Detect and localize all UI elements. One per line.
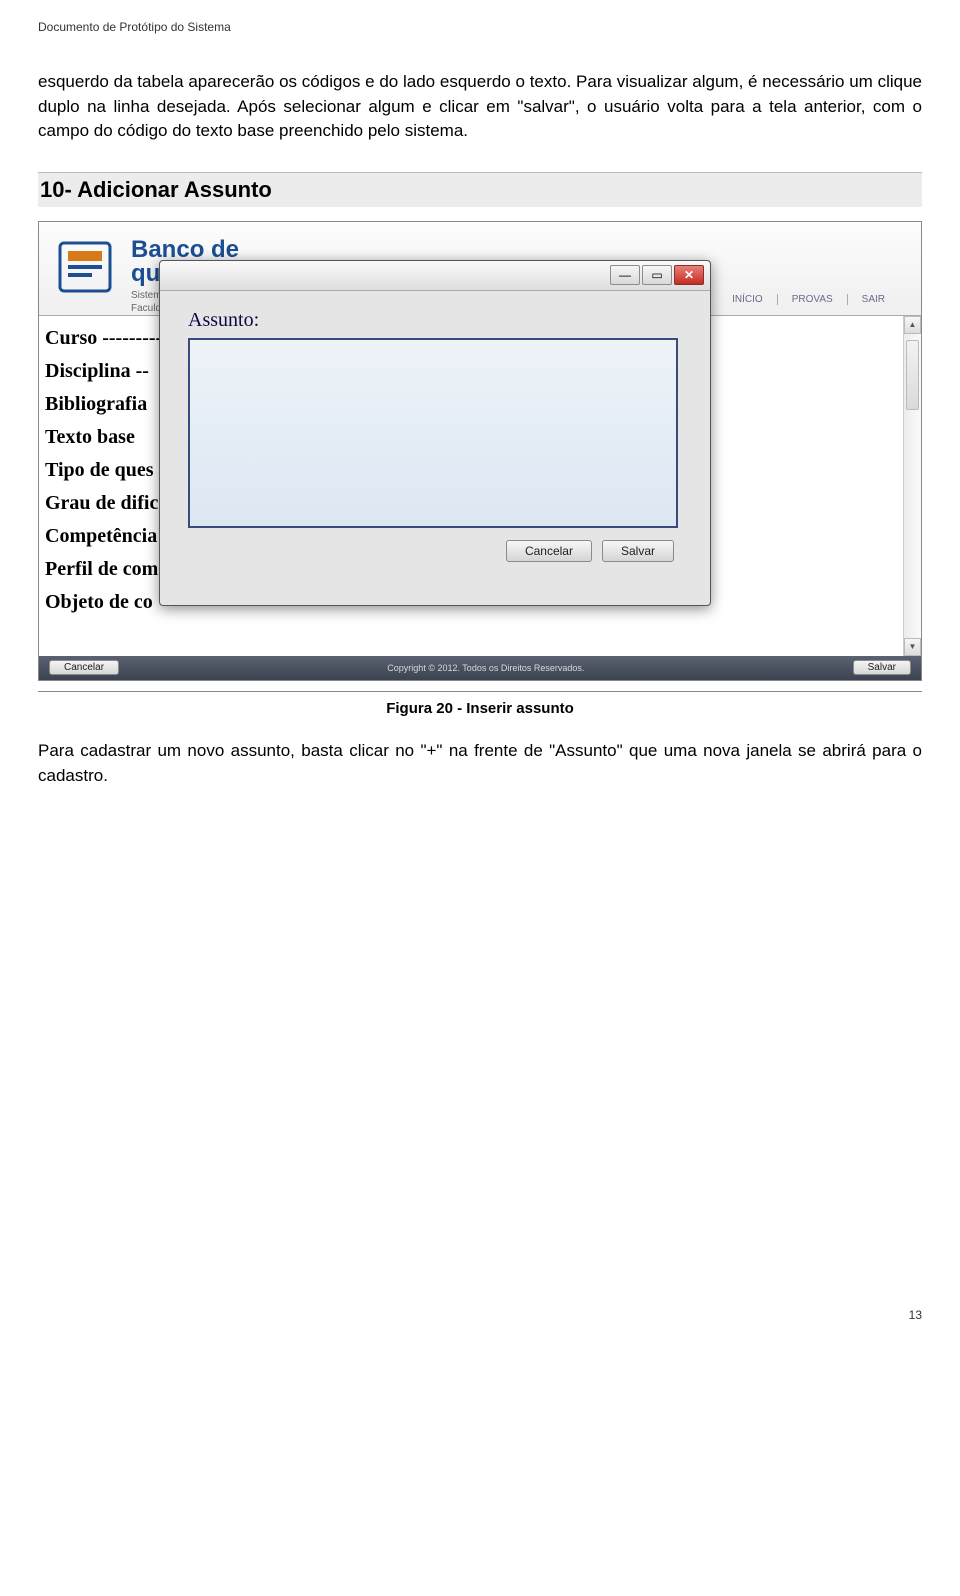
modal-cancel-button[interactable]: Cancelar	[506, 540, 592, 562]
form-labels: Curso --------- Disciplina -- Bibliograf…	[45, 322, 162, 619]
nav-provas[interactable]: PROVAS	[777, 294, 847, 305]
minimize-icon[interactable]: —	[610, 265, 640, 285]
maximize-icon[interactable]: ▭	[642, 265, 672, 285]
app-screenshot: Banco de questões Sistema de elaboração …	[38, 221, 922, 681]
scrollbar[interactable]: ▲ ▼	[903, 316, 921, 656]
doc-header: Documento de Protótipo do Sistema	[38, 20, 922, 34]
figure-divider	[38, 691, 922, 692]
nav-sair[interactable]: SAIR	[847, 294, 899, 305]
doc-paragraph-2: Para cadastrar um novo assunto, basta cl…	[38, 739, 922, 788]
app-copyright: Copyright © 2012. Todos os Direitos Rese…	[387, 663, 584, 673]
doc-paragraph-1: esquerdo da tabela aparecerão os códigos…	[38, 70, 922, 144]
brand-line-1: Banco de	[131, 236, 239, 263]
label-competencia: Competência	[45, 520, 162, 553]
label-texto-base: Texto base	[45, 421, 162, 454]
label-perfil-competencia: Perfil de com	[45, 553, 162, 586]
app-logo-icon	[49, 230, 123, 304]
label-objeto-conhecimento: Objeto de co	[45, 586, 162, 619]
page-number: 13	[38, 1308, 922, 1322]
section-heading: 10- Adicionar Assunto	[38, 172, 922, 207]
app-bottom-bar: Cancelar Copyright © 2012. Todos os Dire…	[39, 656, 921, 680]
label-disciplina: Disciplina --	[45, 355, 162, 388]
modal-save-button[interactable]: Salvar	[602, 540, 674, 562]
figure-caption: Figura 20 - Inserir assunto	[38, 700, 922, 717]
app-save-button[interactable]: Salvar	[853, 660, 911, 675]
modal-buttons: Cancelar Salvar	[188, 540, 682, 562]
nav-inicio[interactable]: INÍCIO	[718, 294, 777, 305]
label-bibliografia: Bibliografia	[45, 388, 162, 421]
scroll-thumb[interactable]	[906, 340, 919, 410]
label-grau-dificuldade: Grau de dific	[45, 487, 162, 520]
close-icon[interactable]: ✕	[674, 265, 704, 285]
modal-body: Assunto: Cancelar Salvar	[160, 291, 710, 572]
label-tipo-questao: Tipo de ques	[45, 454, 162, 487]
scroll-down-icon[interactable]: ▼	[904, 638, 921, 656]
label-curso: Curso ---------	[45, 322, 162, 355]
modal-titlebar[interactable]: — ▭ ✕	[160, 261, 710, 291]
scroll-up-icon[interactable]: ▲	[904, 316, 921, 334]
modal-assunto: — ▭ ✕ Assunto: Cancelar Salvar	[159, 260, 711, 606]
app-cancel-button[interactable]: Cancelar	[49, 660, 119, 675]
app-nav: INÍCIO PROVAS SAIR	[718, 294, 899, 305]
assunto-input[interactable]	[188, 338, 678, 528]
modal-label-assunto: Assunto:	[188, 309, 682, 332]
